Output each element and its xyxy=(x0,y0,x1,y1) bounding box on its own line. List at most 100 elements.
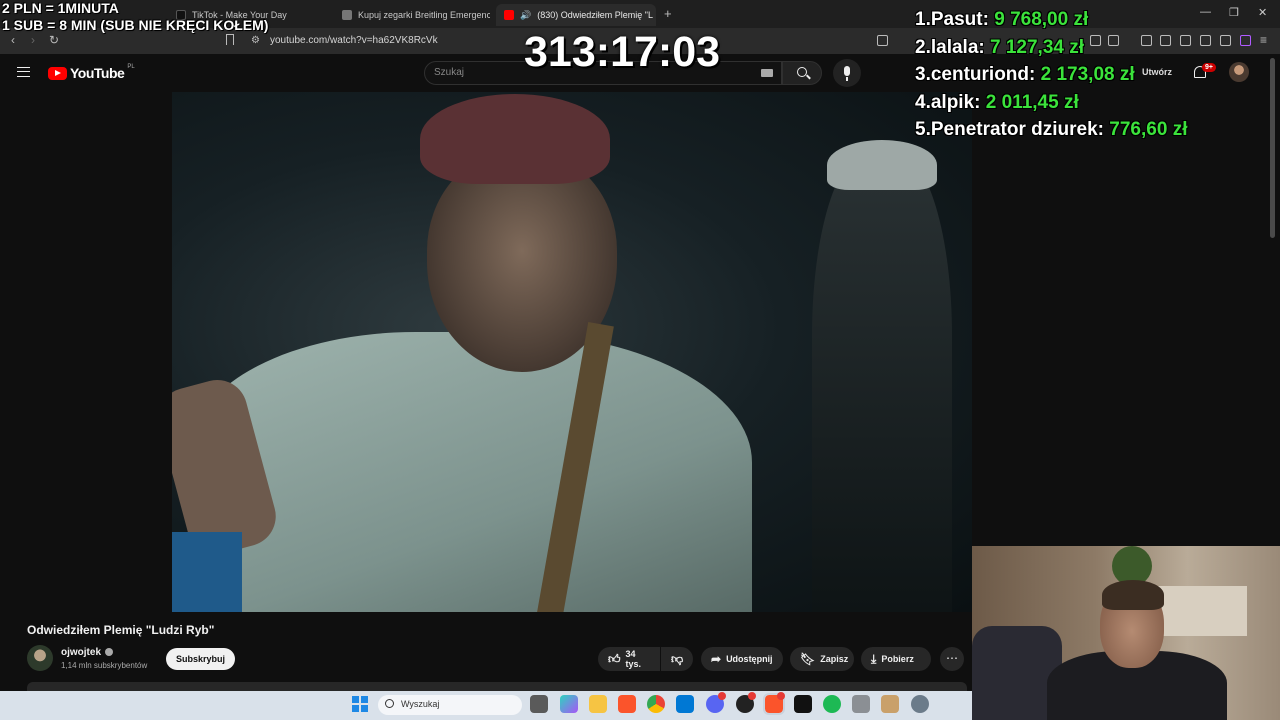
thumbs-up-icon: 👍︎ xyxy=(608,651,621,666)
like-button[interactable]: 👍︎ 34 tys. xyxy=(598,647,660,671)
leaderboard-amount: 9 768,00 zł xyxy=(994,9,1089,30)
save-button[interactable]: 🔖︎ Zapisz xyxy=(790,647,854,671)
notification-badge: 9+ xyxy=(1202,63,1216,72)
channel-name[interactable]: ojwojtek xyxy=(61,647,101,658)
leaderboard-amount: 2 173,08 zł xyxy=(1040,64,1135,86)
chrome-icon[interactable] xyxy=(647,695,665,713)
new-tab-button[interactable]: + xyxy=(664,6,672,21)
ai-icon[interactable] xyxy=(1200,35,1211,46)
subathon-timer: 313:17:03 xyxy=(524,28,721,76)
file-explorer-icon[interactable] xyxy=(589,695,607,713)
discord-notification-badge xyxy=(718,692,726,700)
cast-icon[interactable] xyxy=(877,35,888,46)
region-code: PL xyxy=(127,64,135,70)
video-frame-shirt xyxy=(192,332,752,612)
leaderboard-name: centuriond: xyxy=(930,64,1036,86)
save-label: Zapisz xyxy=(820,654,849,664)
account-avatar[interactable] xyxy=(1229,62,1249,82)
leaderboard-name: Pasut: xyxy=(930,9,989,30)
donation-rule-line: 2 PLN = 1MINUTA xyxy=(2,0,119,16)
keyboard-icon[interactable] xyxy=(761,69,773,77)
forward-icon[interactable]: › xyxy=(31,33,35,47)
more-actions-icon[interactable]: ⋯ xyxy=(940,647,964,671)
leaderboard-row: 3.centuriond: 2 173,08 zł xyxy=(915,64,1187,92)
tab-label: (830) Odwiedziłem Plemię "L xyxy=(537,10,653,20)
video-player[interactable] xyxy=(172,92,972,612)
speaker-icon: 🔊 xyxy=(520,9,532,20)
webcam-overlay xyxy=(972,546,1280,720)
minimize-icon[interactable]: — xyxy=(1200,6,1211,18)
page-scrollbar[interactable] xyxy=(1270,58,1275,238)
share-button[interactable]: ➦ Udostępnij xyxy=(701,647,783,671)
reload-icon[interactable]: ↻ xyxy=(49,33,59,47)
vpn-icon[interactable] xyxy=(1240,35,1251,46)
search-icon xyxy=(385,699,394,708)
youtube-wordmark: YouTube xyxy=(70,65,125,81)
subscribe-button[interactable]: Subskrybuj xyxy=(166,648,235,670)
leaderboard-amount: 2 011,45 zł xyxy=(985,91,1079,113)
leaderboard-amount: 7 127,34 zł xyxy=(990,36,1085,58)
leaderboard-row: 5.Penetrator dziurek: 776,60 zł xyxy=(915,119,1187,147)
bookmark-icon[interactable] xyxy=(226,34,234,45)
leaderboard-amount: 776,60 zł xyxy=(1109,119,1188,141)
taskbar-search-placeholder: Wyszukaj xyxy=(401,699,440,709)
copilot-icon[interactable] xyxy=(560,695,578,713)
store-icon[interactable] xyxy=(676,695,694,713)
tab-youtube[interactable]: 🔊 (830) Odwiedziłem Plemię "L ✕ xyxy=(496,4,656,26)
video-frame-background-person xyxy=(812,152,952,612)
bookmark-save-icon: 🔖︎ xyxy=(800,652,816,666)
task-view-icon[interactable] xyxy=(530,695,548,713)
leaderboard-name: Penetrator dziurek: xyxy=(930,119,1105,141)
brave-notification-badge xyxy=(777,692,785,700)
youtube-play-icon xyxy=(48,66,67,80)
windows-start-icon[interactable] xyxy=(352,696,368,712)
leaderboard-rank: 4. xyxy=(915,91,931,113)
window-close-icon[interactable]: ✕ xyxy=(1258,6,1267,19)
maximize-icon[interactable]: ❐ xyxy=(1229,6,1239,19)
download-button[interactable]: ⤓ Pobierz xyxy=(861,647,931,671)
thumbs-down-icon: 👎︎ xyxy=(671,651,684,666)
muza-app-icon[interactable] xyxy=(794,695,812,713)
search-icon xyxy=(797,67,807,77)
donation-leaderboard: 1.Pasut: 9 768,00 zł 2.lalala: 7 127,34 … xyxy=(915,9,1187,147)
share-label: Udostępnij xyxy=(726,654,773,664)
calculator-icon[interactable] xyxy=(852,695,870,713)
tab-label: Kupuj zegarki Breitling Emergency II xyxy=(358,10,490,20)
video-title: Odwiedziłem Plemię "Ludzi Ryb" xyxy=(27,623,215,637)
leaderboard-rank: 2. xyxy=(915,36,931,58)
dislike-button[interactable]: 👎︎ xyxy=(661,647,693,671)
video-frame-blue-object xyxy=(172,532,242,612)
voice-search-icon[interactable] xyxy=(833,59,861,87)
url-field[interactable]: youtube.com/watch?v=ha62VK8RcVk xyxy=(270,35,438,46)
channel-avatar[interactable] xyxy=(27,645,53,671)
taskbar-search-input[interactable] xyxy=(378,695,522,715)
leaderboard-rank: 5. xyxy=(915,119,931,141)
share-icon: ➦ xyxy=(711,652,722,666)
game-icon[interactable] xyxy=(881,695,899,713)
breitling-icon xyxy=(342,10,352,20)
site-settings-icon[interactable]: ⚙ xyxy=(251,35,260,46)
youtube-favicon-icon xyxy=(504,10,514,20)
screen: TikTok - Make Your Day Kupuj zegarki Bre… xyxy=(0,0,1280,720)
download-label: Pobierz xyxy=(881,654,914,664)
tab-breitling[interactable]: Kupuj zegarki Breitling Emergency II xyxy=(334,4,490,26)
donation-rule-line: 1 SUB = 8 MIN (SUB NIE KRĘCI KOŁEM) xyxy=(2,17,269,33)
donation-rules: 2 PLN = 1MINUTA 1 SUB = 8 MIN (SUB NIE K… xyxy=(2,0,268,34)
leaderboard-row: 2.lalala: 7 127,34 zł xyxy=(915,37,1187,65)
like-count: 34 tys. xyxy=(625,649,642,669)
spotify-icon[interactable] xyxy=(823,695,841,713)
youtube-logo[interactable]: YouTube PL xyxy=(48,64,135,81)
subscriber-count: 1,14 mln subskrybentów xyxy=(61,661,148,670)
hamburger-menu-icon[interactable] xyxy=(17,67,30,77)
leaderboard-rank: 3. xyxy=(915,64,931,86)
back-icon[interactable]: ‹ xyxy=(11,33,15,47)
shield-icon[interactable] xyxy=(1220,35,1231,46)
settings-icon[interactable] xyxy=(911,695,929,713)
webcam-hair xyxy=(1102,580,1164,610)
brave-browser-icon[interactable] xyxy=(618,695,636,713)
search-button[interactable] xyxy=(782,61,822,85)
video-frame-cap xyxy=(827,140,937,190)
search-placeholder: Szukaj xyxy=(434,67,465,78)
menu-icon[interactable]: ≡ xyxy=(1260,33,1267,47)
verified-icon xyxy=(105,648,113,656)
